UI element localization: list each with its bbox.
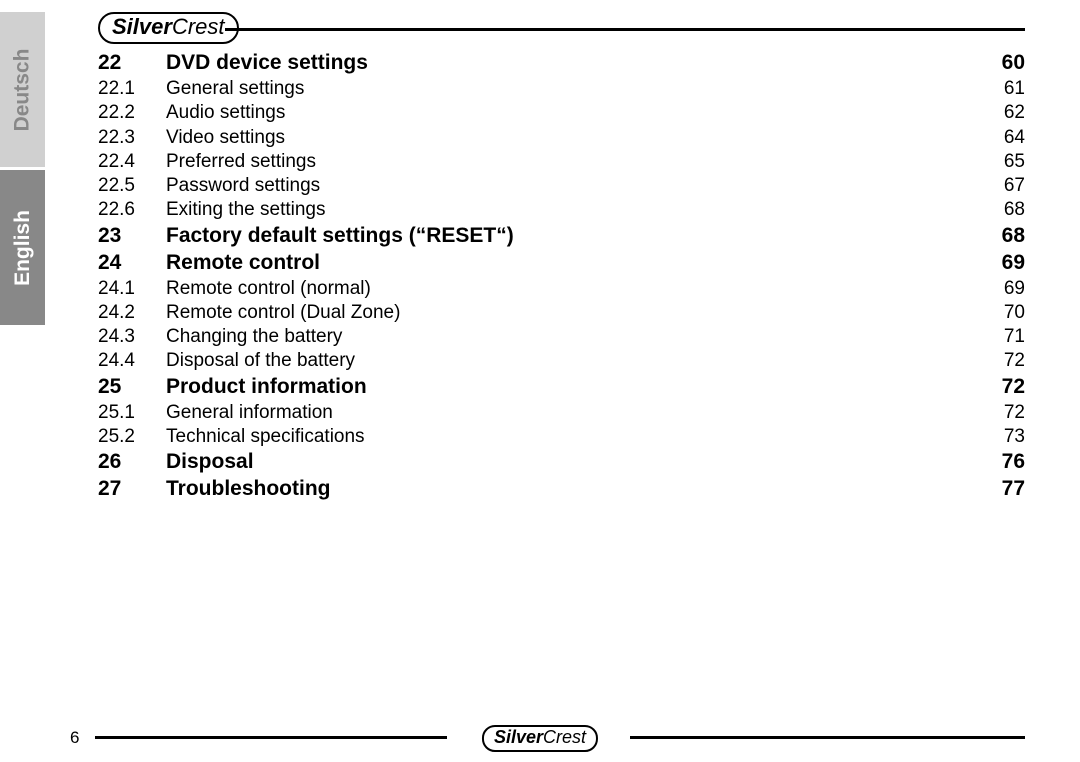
header-rule (225, 28, 1025, 31)
toc-title: General information (166, 401, 333, 425)
toc-row[interactable]: 26Disposal 76 (98, 449, 1025, 476)
toc-page: 68 (1002, 223, 1025, 250)
toc-page: 73 (1004, 425, 1025, 449)
toc-number: 24 (98, 250, 166, 277)
toc-row[interactable]: 22DVD device settings 60 (98, 50, 1025, 77)
toc-page: 76 (1002, 449, 1025, 476)
toc-row[interactable]: 25.2Technical specifications 73 (98, 425, 1025, 449)
toc-number: 22.4 (98, 150, 166, 174)
toc-page: 65 (1004, 150, 1025, 174)
toc-number: 26 (98, 449, 166, 476)
toc-number: 22.1 (98, 77, 166, 101)
footer-rule-left (95, 736, 447, 739)
toc-number: 22.3 (98, 126, 166, 150)
toc-title: Product information (166, 374, 367, 401)
toc-page: 72 (1004, 401, 1025, 425)
toc-page: 64 (1004, 126, 1025, 150)
toc-number: 25.1 (98, 401, 166, 425)
toc-row[interactable]: 22.5Password settings 67 (98, 174, 1025, 198)
toc-number: 24.2 (98, 301, 166, 325)
toc-title: Exiting the settings (166, 198, 325, 222)
brand-logo-top: SilverCrest (98, 12, 239, 44)
toc-page: 72 (1004, 349, 1025, 373)
toc-page: 68 (1004, 198, 1025, 222)
toc-number: 22 (98, 50, 166, 77)
silvercrest-logo: SilverCrest (482, 725, 598, 752)
manual-page: Deutsch English SilverCrest 22DVD device… (0, 0, 1080, 762)
toc-title: Troubleshooting (166, 476, 330, 503)
toc-row[interactable]: 22.4Preferred settings 65 (98, 150, 1025, 174)
toc-row[interactable]: 22.6Exiting the settings 68 (98, 198, 1025, 222)
toc-row[interactable]: 24.1Remote control (normal) 69 (98, 277, 1025, 301)
toc-title: Disposal of the battery (166, 349, 355, 373)
toc-row[interactable]: 25Product information 72 (98, 374, 1025, 401)
language-tabs: Deutsch English (0, 0, 50, 762)
toc-number: 22.5 (98, 174, 166, 198)
toc-page: 60 (1002, 50, 1025, 77)
toc-title: DVD device settings (166, 50, 368, 77)
toc-page: 67 (1004, 174, 1025, 198)
toc-title: General settings (166, 77, 304, 101)
toc-page: 72 (1002, 374, 1025, 401)
toc-number: 25.2 (98, 425, 166, 449)
toc-title: Video settings (166, 126, 285, 150)
silvercrest-logo: SilverCrest (98, 12, 239, 44)
toc-row[interactable]: 22.1General settings 61 (98, 77, 1025, 101)
toc-number: 22.2 (98, 101, 166, 125)
toc-title: Disposal (166, 449, 254, 476)
toc-title: Factory default settings (“RESET“) (166, 223, 514, 250)
toc-row[interactable]: 24Remote control 69 (98, 250, 1025, 277)
toc-page: 69 (1004, 277, 1025, 301)
language-tab-english[interactable]: English (0, 170, 45, 325)
toc-page: 77 (1002, 476, 1025, 503)
table-of-contents: 22DVD device settings6022.1General setti… (98, 50, 1025, 503)
toc-page: 61 (1004, 77, 1025, 101)
toc-row[interactable]: 27Troubleshooting 77 (98, 476, 1025, 503)
toc-row[interactable]: 24.2Remote control (Dual Zone) 70 (98, 301, 1025, 325)
toc-title: Changing the battery (166, 325, 342, 349)
toc-title: Remote control (Dual Zone) (166, 301, 400, 325)
toc-number: 27 (98, 476, 166, 503)
toc-title: Preferred settings (166, 150, 316, 174)
toc-row[interactable]: 22.2Audio settings 62 (98, 101, 1025, 125)
language-label: Deutsch (11, 48, 35, 131)
toc-title: Remote control (166, 250, 320, 277)
toc-number: 24.4 (98, 349, 166, 373)
toc-number: 23 (98, 223, 166, 250)
footer-rule-right (630, 736, 1025, 739)
language-label: English (11, 210, 35, 286)
toc-row[interactable]: 23Factory default settings (“RESET“) 68 (98, 223, 1025, 250)
toc-number: 22.6 (98, 198, 166, 222)
toc-number: 24.1 (98, 277, 166, 301)
toc-number: 25 (98, 374, 166, 401)
toc-title: Technical specifications (166, 425, 365, 449)
toc-page: 62 (1004, 101, 1025, 125)
toc-page: 69 (1002, 250, 1025, 277)
brand-logo-bottom: SilverCrest (482, 725, 598, 752)
toc-page: 70 (1004, 301, 1025, 325)
page-number: 6 (70, 728, 79, 748)
toc-row[interactable]: 24.3Changing the battery 71 (98, 325, 1025, 349)
toc-row[interactable]: 24.4Disposal of the battery 72 (98, 349, 1025, 373)
toc-title: Audio settings (166, 101, 285, 125)
language-tab-deutsch[interactable]: Deutsch (0, 12, 45, 167)
toc-title: Password settings (166, 174, 320, 198)
toc-row[interactable]: 25.1General information 72 (98, 401, 1025, 425)
toc-row[interactable]: 22.3Video settings 64 (98, 126, 1025, 150)
toc-page: 71 (1004, 325, 1025, 349)
toc-number: 24.3 (98, 325, 166, 349)
toc-title: Remote control (normal) (166, 277, 371, 301)
